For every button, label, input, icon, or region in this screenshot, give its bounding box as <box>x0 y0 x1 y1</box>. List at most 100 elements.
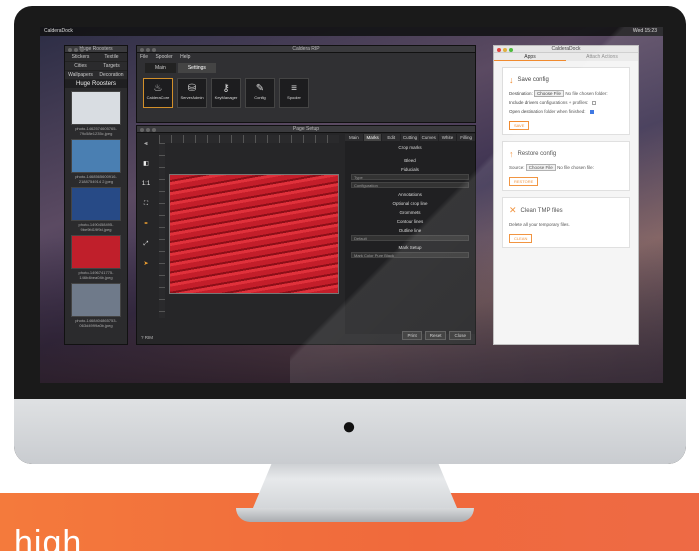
tab-filling[interactable]: Filling <box>457 134 476 141</box>
type-field[interactable]: Type <box>351 174 469 180</box>
menubar-app[interactable]: CalderaDock <box>44 27 73 36</box>
configuration-field[interactable]: Configuration <box>351 182 469 188</box>
close-icon[interactable] <box>140 128 144 132</box>
menu-spooler[interactable]: Spooler <box>155 54 172 60</box>
minimize-icon[interactable] <box>74 48 78 52</box>
arrow-icon[interactable]: ➤ <box>140 258 152 270</box>
tab-decoration[interactable]: Decoration <box>96 71 127 80</box>
section-optional-crop-line[interactable]: Optional crop line <box>351 201 469 206</box>
tab-targets[interactable]: Targets <box>96 62 127 71</box>
choose-file-button[interactable]: Choose File <box>534 90 565 97</box>
minimize-icon[interactable] <box>146 128 150 132</box>
window-title: Caldera RIP <box>292 46 320 52</box>
resize-icon[interactable]: ⤢ <box>140 238 152 250</box>
reset-button[interactable]: Reset <box>424 331 447 340</box>
section-outline-line[interactable]: Outline line <box>351 228 469 233</box>
close-icon[interactable] <box>497 48 501 52</box>
print-button[interactable]: Print <box>402 331 422 340</box>
apple-logo-icon: ● <box>341 413 357 440</box>
serveradmin-button[interactable]: ⛁ ServerAdmin <box>177 78 207 108</box>
window-title: Huge Roosters <box>79 46 113 52</box>
tab-textile[interactable]: Textile <box>96 53 127 62</box>
minimize-icon[interactable] <box>503 48 507 52</box>
tab-marks[interactable]: Marks <box>363 134 382 141</box>
section-grommets[interactable]: Grommets <box>351 210 469 215</box>
clean-tmp-card: ✕ Clean TMP files Delete all your tempora… <box>502 197 630 248</box>
tool-label: CalderaCore <box>146 95 170 100</box>
keymanager-button[interactable]: ⚷ KeyManager <box>211 78 241 108</box>
zoom-icon[interactable] <box>152 128 156 132</box>
restore-button[interactable]: RESTORE <box>509 177 539 186</box>
tab-attach-actions[interactable]: Attach Actions <box>566 53 638 61</box>
page-setup-window: Page Setup ⫷ ◧ 1:1 ⛶ ⚭ ⤢ ➤ Main Marks Ed… <box>136 125 476 345</box>
tab-cutting[interactable]: Cutting <box>401 134 419 141</box>
section-annotations[interactable]: Annotations <box>351 192 469 197</box>
list-item[interactable] <box>71 91 121 125</box>
side-toolbar: ⫷ ◧ 1:1 ⛶ ⚭ ⤢ ➤ <box>140 138 154 278</box>
restore-config-card: ↑ Restore config Source: Choose File No f… <box>502 141 630 191</box>
tab-stickers[interactable]: Stickers <box>65 53 96 62</box>
tab-main[interactable]: Main <box>345 134 363 141</box>
tab-curves[interactable]: Curves <box>419 134 438 141</box>
mark-color-field[interactable]: Mark Color Pure Black <box>351 252 469 258</box>
tool-label: Config <box>254 95 266 100</box>
source-label: Source: <box>509 165 525 170</box>
save-button[interactable]: SAVE <box>509 121 530 130</box>
menu-bar: CalderaDock Wed 15:23 <box>40 27 663 36</box>
tab-main[interactable]: Main <box>145 63 176 73</box>
tab-apps[interactable]: Apps <box>494 53 566 61</box>
tool-label: Spooler <box>287 95 301 100</box>
list-item[interactable] <box>71 283 121 317</box>
section-bleed[interactable]: Bleed <box>351 158 469 163</box>
section-crop-marks[interactable]: Crop marks <box>351 145 469 150</box>
config-button[interactable]: ✎ Config <box>245 78 275 108</box>
include-drivers-label: Include drivers configurations + profile… <box>509 100 589 105</box>
zoom-icon[interactable] <box>80 48 84 52</box>
preview-icon[interactable]: ◧ <box>140 158 152 170</box>
open-folder-checkbox[interactable] <box>589 109 594 114</box>
zoom-icon[interactable] <box>509 48 513 52</box>
key-icon: ⚷ <box>222 83 230 94</box>
close-icon[interactable] <box>140 48 144 52</box>
window-title: CalderaDock <box>551 46 581 52</box>
close-button[interactable]: Close <box>449 331 471 340</box>
tab-wallpapers[interactable]: Wallpapers <box>65 71 96 80</box>
clean-button[interactable]: CLEAN <box>509 234 533 243</box>
database-icon: ⛁ <box>187 83 197 94</box>
section-fiducials[interactable]: Fiducials <box>351 167 469 172</box>
tab-cities[interactable]: Cities <box>65 62 96 71</box>
no-file-text: No file chosen <box>557 165 586 170</box>
minimize-icon[interactable] <box>146 48 150 52</box>
default-field[interactable]: Default <box>351 235 469 241</box>
calderacore-button[interactable]: ♨ CalderaCore <box>143 78 173 108</box>
window-titlebar: Caldera RIP <box>137 46 475 53</box>
thumb-caption: photo-1496741775-146b4bea04b.jpeg <box>78 270 114 280</box>
zoom-icon[interactable] <box>152 48 156 52</box>
tab-white[interactable]: White <box>438 134 457 141</box>
stadium-seats-preview[interactable] <box>169 174 339 294</box>
help-icon[interactable]: ? <box>141 335 144 340</box>
tab-settings[interactable]: Settings <box>177 63 216 73</box>
wrench-icon: ✎ <box>255 83 265 94</box>
list-item[interactable] <box>71 139 121 173</box>
dock-tabs: Apps Attach Actions <box>494 53 638 61</box>
save-config-card: ↓ Save config Destination: Choose File No… <box>502 67 630 135</box>
choose-file-button[interactable]: Choose File <box>525 164 556 171</box>
settings-panel: Main Marks Edit Cutting Curves White Fil… <box>345 134 476 334</box>
spooler-button[interactable]: ≡ Spooler <box>279 78 309 108</box>
window-titlebar: Huge Roosters <box>65 46 127 53</box>
section-contour-lines[interactable]: Contour lines <box>351 219 469 224</box>
menu-file[interactable]: File <box>140 54 148 60</box>
list-item[interactable] <box>71 235 121 269</box>
ratio-icon[interactable]: 1:1 <box>140 178 152 190</box>
status-bar: ? RIM <box>141 335 153 340</box>
include-drivers-checkbox[interactable] <box>592 100 597 105</box>
card-title: Clean TMP files <box>520 207 563 214</box>
fit-icon[interactable]: ⛶ <box>140 198 152 210</box>
menu-help[interactable]: Help <box>180 54 190 60</box>
link-icon[interactable]: ⚭ <box>140 218 152 230</box>
list-item[interactable] <box>71 187 121 221</box>
sides-icon[interactable]: ⫷ <box>140 138 152 150</box>
tab-edit[interactable]: Edit <box>382 134 401 141</box>
close-icon[interactable] <box>68 48 72 52</box>
